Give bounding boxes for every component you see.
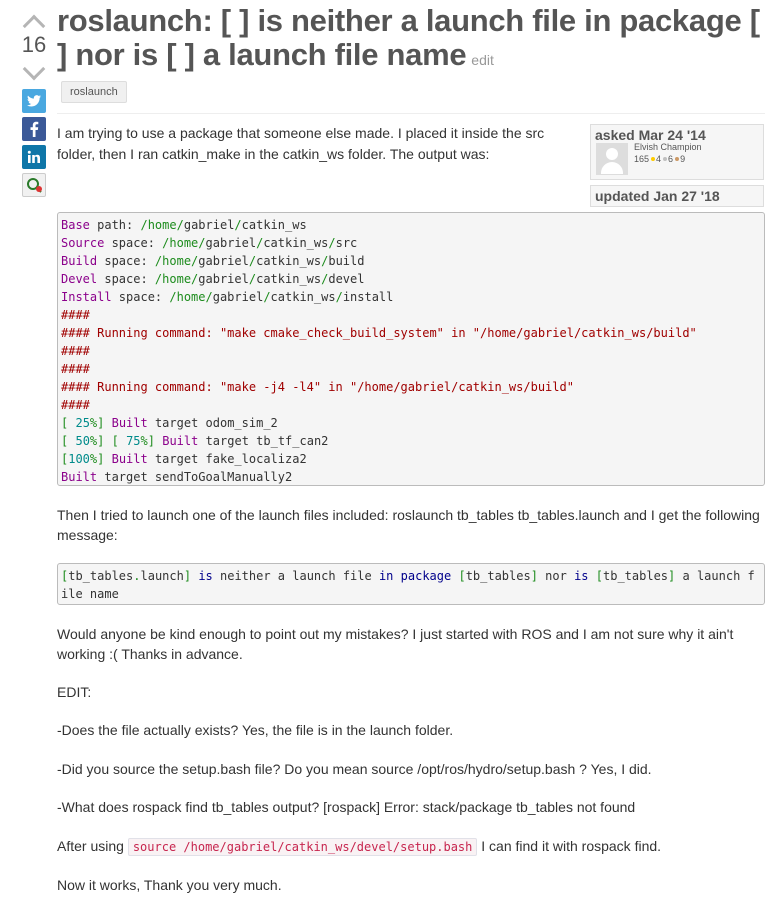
reputation-score: 165 <box>634 154 650 164</box>
launch-paragraph: Then I tried to launch one of the launch… <box>57 507 760 543</box>
inline-code: source /home/gabriel/catkin_ws/devel/set… <box>127 838 478 856</box>
question-title[interactable]: roslaunch: [ ] is neither a launch file … <box>57 3 760 72</box>
facebook-icon[interactable] <box>22 117 46 141</box>
updated-date: updated Jan 27 '18 <box>590 185 764 207</box>
bronze-badge-icon <box>675 157 680 162</box>
linkedin-icon[interactable] <box>22 145 46 169</box>
vote-column: 16 <box>20 8 48 81</box>
error-message-code: [tb_tables.launch] is neither a launch f… <box>57 563 765 605</box>
tag-roslaunch[interactable]: roslaunch <box>61 81 127 103</box>
after-using-suffix: I can find it with rospack find. <box>481 838 662 854</box>
asked-date: asked Mar 24 '14 <box>595 127 706 143</box>
edit-question-3: -What does rospack find tb_tables output… <box>57 799 636 815</box>
divider <box>57 113 765 114</box>
final-paragraph: Now it works, Thank you very much. <box>57 877 282 893</box>
edit-heading: EDIT: <box>57 684 92 700</box>
page-title: roslaunch: [ ] is neither a launch file … <box>57 4 767 77</box>
avatar[interactable] <box>596 143 628 175</box>
after-using-paragraph: After using source /home/gabriel/catkin_… <box>57 836 765 857</box>
silver-badge-icon <box>663 157 668 162</box>
build-output-code: Base path: /home/gabriel/catkin_ws Sourc… <box>57 212 765 486</box>
silver-badge-count: 6 <box>668 154 674 164</box>
after-using-text: After using <box>57 838 124 854</box>
asked-info: asked Mar 24 '14 Elvish Champion 165 4 6 9 <box>590 124 764 180</box>
edit-question-1: -Does the file actually exists? Yes, the… <box>57 722 454 738</box>
edit-question-2: -Did you source the setup.bash file? Do … <box>57 761 652 777</box>
question-intro: I am trying to use a package that someon… <box>57 125 545 162</box>
twitter-icon[interactable] <box>22 89 46 113</box>
bronze-badge-count: 9 <box>680 154 686 164</box>
user-reputation: 165 4 6 9 <box>634 154 685 164</box>
user-name[interactable]: Elvish Champion <box>634 142 702 152</box>
gold-badge-count: 4 <box>656 154 662 164</box>
gold-badge-icon <box>651 157 656 162</box>
favorite-icon[interactable] <box>22 173 46 197</box>
help-paragraph: Would anyone be kind enough to point out… <box>57 626 734 662</box>
edit-link[interactable]: edit <box>471 52 494 68</box>
downvote-icon[interactable] <box>22 57 46 81</box>
